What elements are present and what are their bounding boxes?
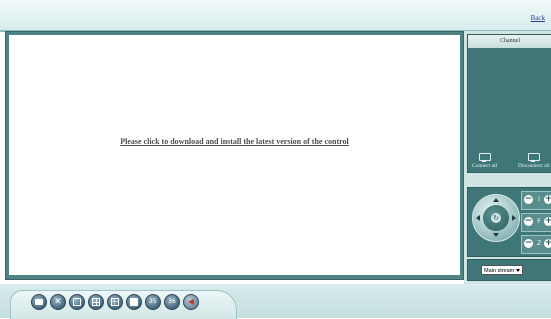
nine-view-button[interactable] — [107, 294, 123, 310]
view-25-button[interactable]: 25 — [145, 294, 161, 310]
arrow-left-icon[interactable] — [476, 215, 480, 221]
video-frame: Please click to download and install the… — [5, 31, 464, 280]
focus-plus-button[interactable]: + — [544, 217, 551, 226]
quad-view-button[interactable] — [88, 294, 104, 310]
snapshot-button[interactable] — [31, 294, 47, 310]
audio-button[interactable]: ◀ — [183, 294, 199, 310]
connect-all-button[interactable]: Connect all — [472, 153, 497, 169]
chevron-down-icon — [516, 269, 520, 272]
zoom-plus-button[interactable]: + — [544, 239, 551, 248]
video-area: Please click to download and install the… — [9, 35, 460, 275]
nine-view-icon — [111, 298, 119, 306]
install-control-link[interactable]: Please click to download and install the… — [9, 137, 460, 146]
iris-minus-button[interactable]: − — [524, 195, 533, 204]
channel-panel: Channel Connect all Disconnect all — [467, 34, 551, 173]
iris-plus-button[interactable]: + — [544, 195, 551, 204]
sixteen-view-icon — [130, 298, 138, 306]
connect-all-label: Connect all — [472, 163, 498, 169]
zoom-minus-button[interactable]: − — [524, 239, 533, 248]
channel-title: Channel — [468, 35, 551, 48]
single-view-icon — [73, 298, 81, 306]
speaker-icon: ◀ — [187, 297, 195, 306]
sixteen-view-button[interactable] — [126, 294, 142, 310]
view-36-icon: 36 — [168, 298, 176, 305]
refresh-icon[interactable]: ↻ — [491, 213, 501, 223]
snapshot-icon — [35, 299, 43, 305]
disconnect-all-label: Disconnect all — [518, 163, 550, 169]
focus-label: F — [537, 218, 541, 225]
ptz-inner-ring: ↻ — [483, 205, 509, 231]
back-link[interactable]: Back — [531, 14, 545, 22]
zoom-label: Z — [536, 240, 542, 247]
arrow-right-icon[interactable] — [512, 215, 516, 221]
ptz-zoom-row: − Z + — [521, 235, 551, 254]
disconnect-all-button[interactable]: Disconnect all — [518, 153, 550, 169]
single-view-button[interactable] — [69, 294, 85, 310]
right-panel: Channel Connect all Disconnect all ↻ − I… — [464, 31, 551, 284]
view-25-icon: 25 — [149, 298, 157, 305]
view-36-button[interactable]: 36 — [164, 294, 180, 310]
ptz-focus-row: − F + — [521, 213, 551, 232]
ptz-direction-pad[interactable]: ↻ — [472, 194, 520, 242]
view-toolbar: ✕ 25 36 ◀ — [31, 294, 199, 310]
iris-label: I — [538, 196, 540, 203]
quad-view-icon — [92, 298, 100, 306]
arrow-up-icon[interactable] — [493, 198, 499, 202]
stream-select[interactable]: Main stream — [481, 265, 523, 275]
stream-panel: Main stream — [467, 259, 551, 281]
focus-minus-button[interactable]: − — [524, 217, 533, 226]
monitor-icon — [478, 153, 491, 162]
ptz-iris-row: − I + — [521, 191, 551, 210]
top-bar: Back — [0, 0, 551, 32]
ptz-control-panel: ↻ − I + − F + − Z + — [467, 187, 551, 257]
tools-button[interactable]: ✕ — [50, 294, 66, 310]
tools-icon: ✕ — [54, 297, 62, 307]
arrow-down-icon[interactable] — [493, 233, 499, 237]
stream-selected-value: Main stream — [484, 268, 515, 274]
monitor-off-icon — [527, 153, 540, 162]
